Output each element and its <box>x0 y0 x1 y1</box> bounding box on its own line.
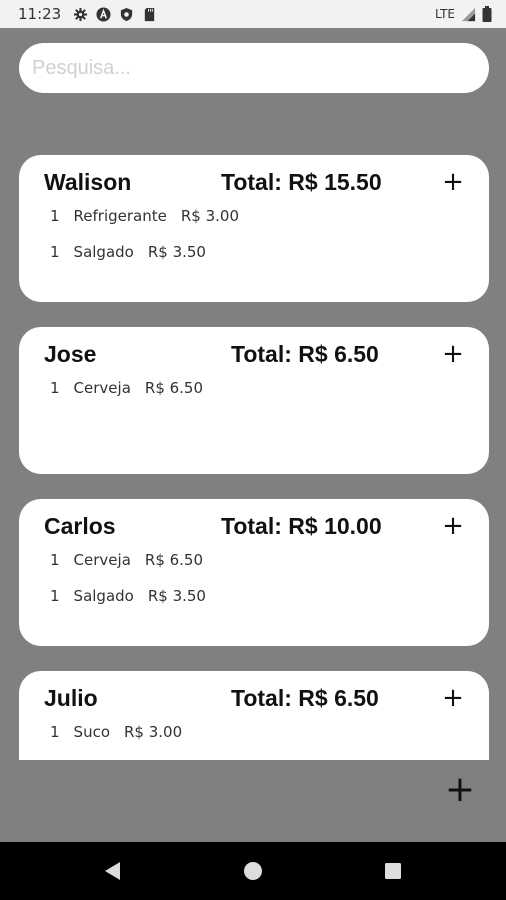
item-quantity: 1 <box>50 723 60 741</box>
status-time: 11:23 <box>18 5 62 23</box>
sd-card-icon <box>145 7 155 21</box>
recents-button[interactable] <box>363 842 423 900</box>
item-quantity: 1 <box>50 207 60 225</box>
add-item-button[interactable]: + <box>440 169 466 195</box>
item-price: R$ 6.50 <box>144 379 204 397</box>
order-item: 1 Salgado R$ 3.50 <box>50 587 206 605</box>
item-product: Cerveja <box>73 551 131 569</box>
item-quantity: 1 <box>50 243 60 261</box>
item-product: Cerveja <box>73 379 131 397</box>
item-product: Refrigerante <box>73 207 167 225</box>
home-button[interactable] <box>223 842 283 900</box>
back-button[interactable] <box>83 842 143 900</box>
order-total: Total: R$ 15.50 <box>221 169 382 195</box>
order-list[interactable]: Walison Total: R$ 15.50 + 1 Refrigerante… <box>19 155 489 760</box>
order-total: Total: R$ 10.00 <box>221 513 382 539</box>
item-price: R$ 3.50 <box>147 587 206 605</box>
a-icon <box>96 6 111 22</box>
item-product: Salgado <box>73 587 134 605</box>
order-card: Walison Total: R$ 15.50 + 1 Refrigerante… <box>19 155 489 302</box>
customer-name: Carlos <box>44 513 116 539</box>
order-item: 1 Refrigerante R$ 3.00 <box>50 207 239 225</box>
order-card: Carlos Total: R$ 10.00 + 1 Cerveja R$ 6.… <box>19 499 489 646</box>
status-notification-icons <box>73 6 157 22</box>
add-item-button[interactable]: + <box>440 513 466 539</box>
search-input[interactable] <box>19 43 489 93</box>
customer-name: Jose <box>44 341 97 367</box>
item-quantity: 1 <box>50 551 60 569</box>
customer-name: Walison <box>44 169 132 195</box>
network-type: LTE <box>435 7 455 21</box>
item-price: R$ 6.50 <box>144 551 204 569</box>
status-bar: 11:23 LTE <box>0 0 506 28</box>
order-item: 1 Salgado R$ 3.50 <box>50 243 206 261</box>
status-system-icons: LTE <box>435 0 492 28</box>
home-icon <box>244 862 262 880</box>
navigation-bar <box>0 842 506 900</box>
battery-icon <box>482 6 492 22</box>
order-card: Julio Total: R$ 6.50 + 1 Suco R$ 3.00 <box>19 671 489 760</box>
item-price: R$ 3.00 <box>124 723 183 741</box>
settings-icon <box>74 7 88 21</box>
item-quantity: 1 <box>50 379 60 397</box>
add-item-button[interactable]: + <box>440 685 466 711</box>
add-order-button[interactable]: + <box>442 772 478 808</box>
order-item: 1 Suco R$ 3.00 <box>50 723 182 741</box>
signal-icon <box>461 7 476 21</box>
item-product: Salgado <box>73 243 134 261</box>
order-total: Total: R$ 6.50 <box>231 685 379 711</box>
order-item: 1 Cerveja R$ 6.50 <box>50 551 203 569</box>
shield-icon <box>121 7 133 21</box>
order-total: Total: R$ 6.50 <box>231 341 379 367</box>
back-icon <box>105 862 120 880</box>
order-item: 1 Cerveja R$ 6.50 <box>50 379 203 397</box>
item-price: R$ 3.00 <box>180 207 240 225</box>
order-card: Jose Total: R$ 6.50 + 1 Cerveja R$ 6.50 <box>19 327 489 474</box>
item-price: R$ 3.50 <box>147 243 206 261</box>
item-product: Suco <box>73 723 110 741</box>
item-quantity: 1 <box>50 587 60 605</box>
add-item-button[interactable]: + <box>440 341 466 367</box>
recents-icon <box>385 863 401 879</box>
customer-name: Julio <box>44 685 98 711</box>
